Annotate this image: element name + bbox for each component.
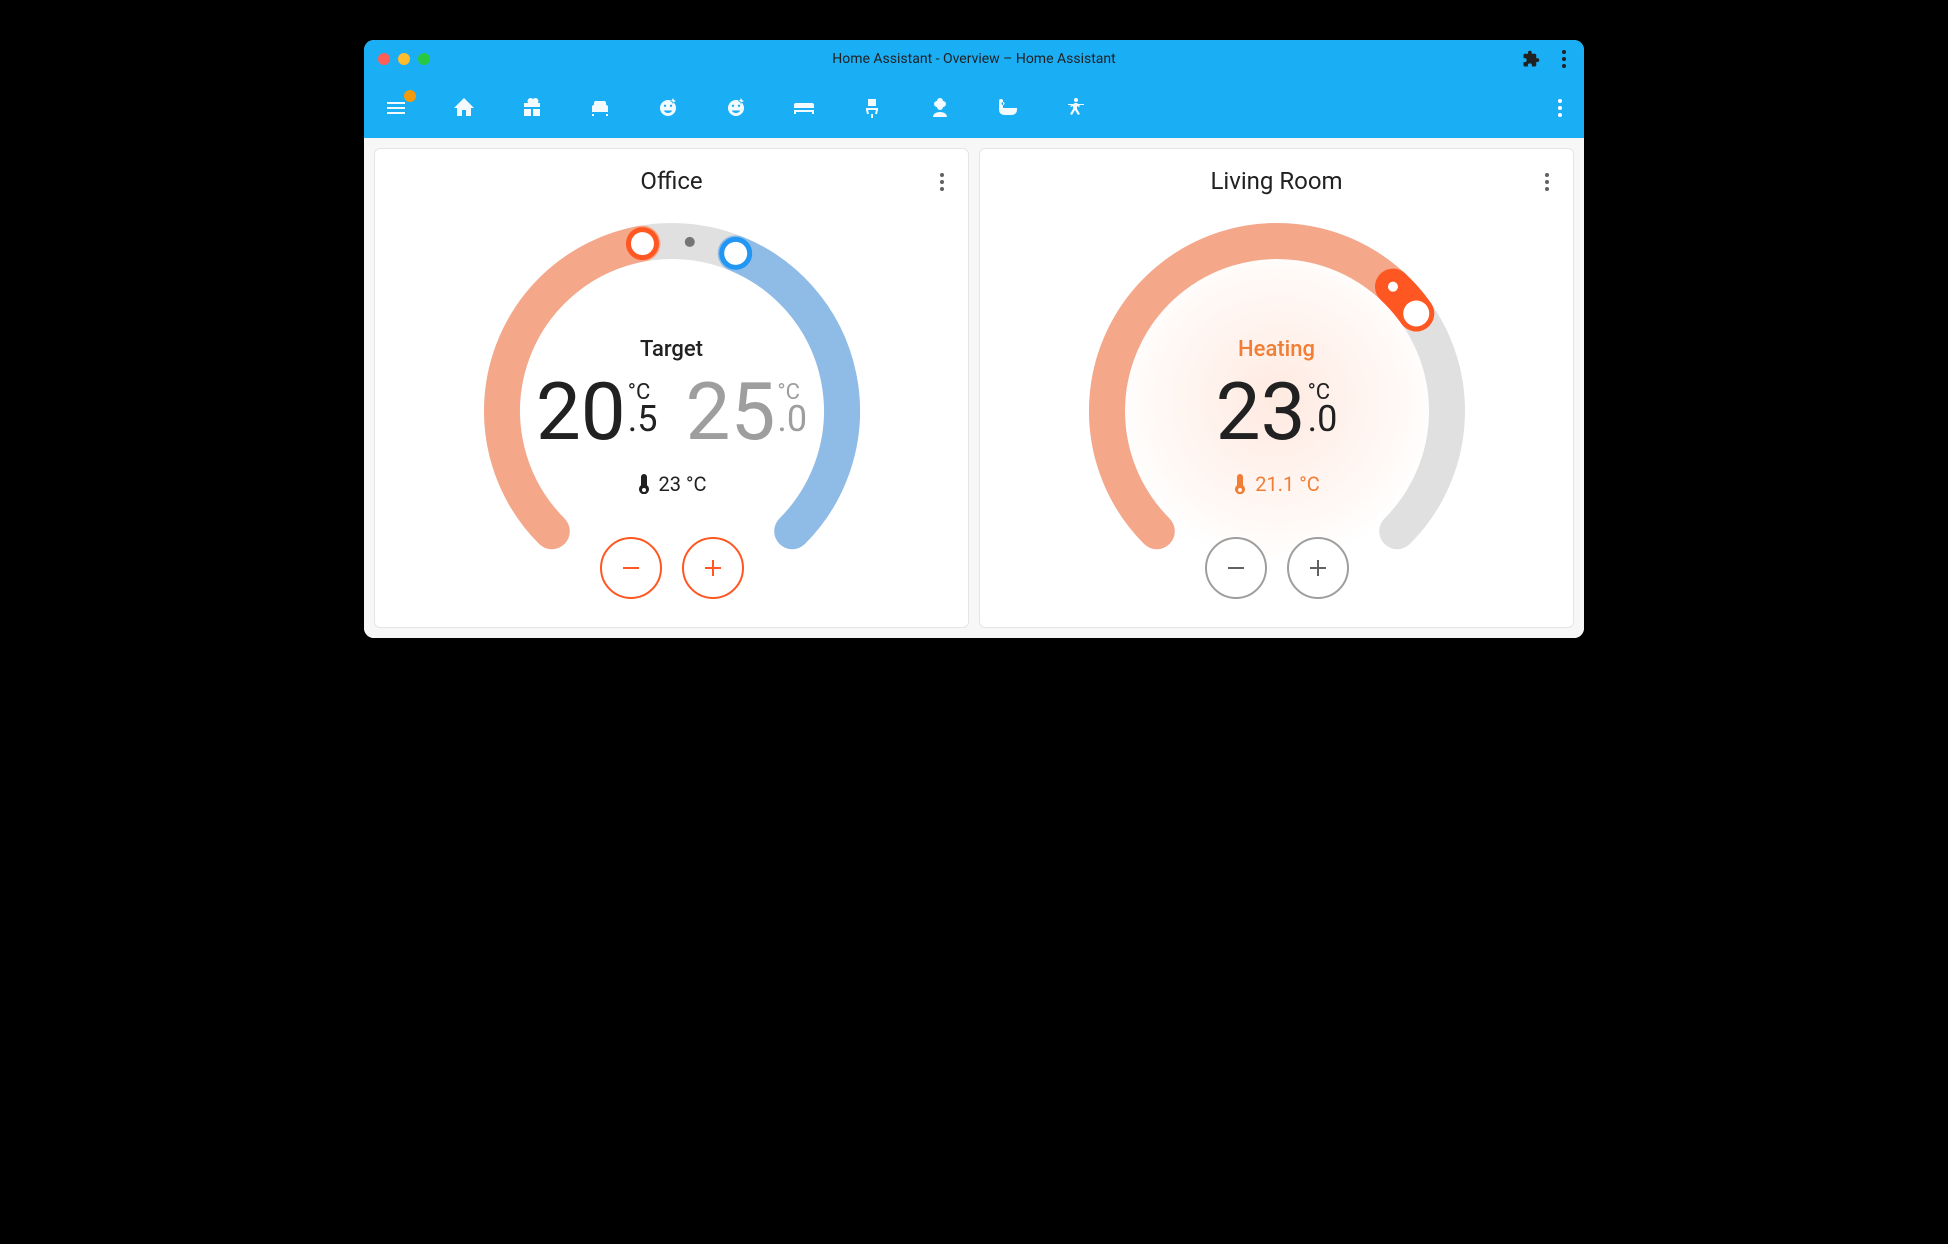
- card-menu-button[interactable]: [1541, 169, 1553, 195]
- flower-icon[interactable]: [926, 94, 954, 122]
- toolbar-menu-button[interactable]: [1554, 95, 1566, 121]
- current-temp: 21.1 °C: [1233, 472, 1319, 496]
- couch-icon[interactable]: [586, 94, 614, 122]
- chair-icon[interactable]: [858, 94, 886, 122]
- app-toolbar: [364, 78, 1584, 138]
- target-low-temp: 20 °C .5: [536, 372, 658, 452]
- crosswalk-icon[interactable]: [1062, 94, 1090, 122]
- bathtub-icon[interactable]: [994, 94, 1022, 122]
- mode-label: Heating: [1238, 337, 1315, 362]
- card-menu-button[interactable]: [936, 169, 948, 195]
- increase-temp-button[interactable]: [1287, 537, 1349, 599]
- close-window-button[interactable]: [378, 53, 390, 65]
- card-title: Living Room: [1210, 167, 1342, 195]
- window-controls: [378, 53, 430, 65]
- decrease-temp-button[interactable]: [1205, 537, 1267, 599]
- face-1-icon[interactable]: [654, 94, 682, 122]
- increase-temp-button[interactable]: [682, 537, 744, 599]
- mode-label: Target: [640, 337, 703, 362]
- maximize-window-button[interactable]: [418, 53, 430, 65]
- bed-icon[interactable]: [790, 94, 818, 122]
- thermometer-icon: [1233, 474, 1247, 494]
- home-icon[interactable]: [450, 94, 478, 122]
- target-high-temp: 25 °C .0: [686, 372, 808, 452]
- target-temp: 23 °C .0: [1216, 372, 1338, 452]
- app-window: Home Assistant - Overview – Home Assista…: [364, 40, 1584, 638]
- window-title: Home Assistant - Overview – Home Assista…: [364, 51, 1584, 67]
- browser-menu-button[interactable]: [1558, 46, 1570, 72]
- extensions-icon[interactable]: [1522, 50, 1540, 68]
- minimize-window-button[interactable]: [398, 53, 410, 65]
- titlebar: Home Assistant - Overview – Home Assista…: [364, 40, 1584, 78]
- thermostat-card-living-room: Living Room Heating 23 °C .0: [979, 148, 1574, 628]
- gift-icon[interactable]: [518, 94, 546, 122]
- card-title: Office: [640, 167, 702, 195]
- thermostat-card-office: Office Target 20 °C .5: [374, 148, 969, 628]
- menu-icon[interactable]: [382, 94, 410, 122]
- decrease-temp-button[interactable]: [600, 537, 662, 599]
- current-temp: 23 °C: [637, 472, 707, 496]
- notification-badge: [404, 90, 416, 102]
- face-2-icon[interactable]: [722, 94, 750, 122]
- thermometer-icon: [637, 474, 651, 494]
- dashboard-content: Office Target 20 °C .5: [364, 138, 1584, 638]
